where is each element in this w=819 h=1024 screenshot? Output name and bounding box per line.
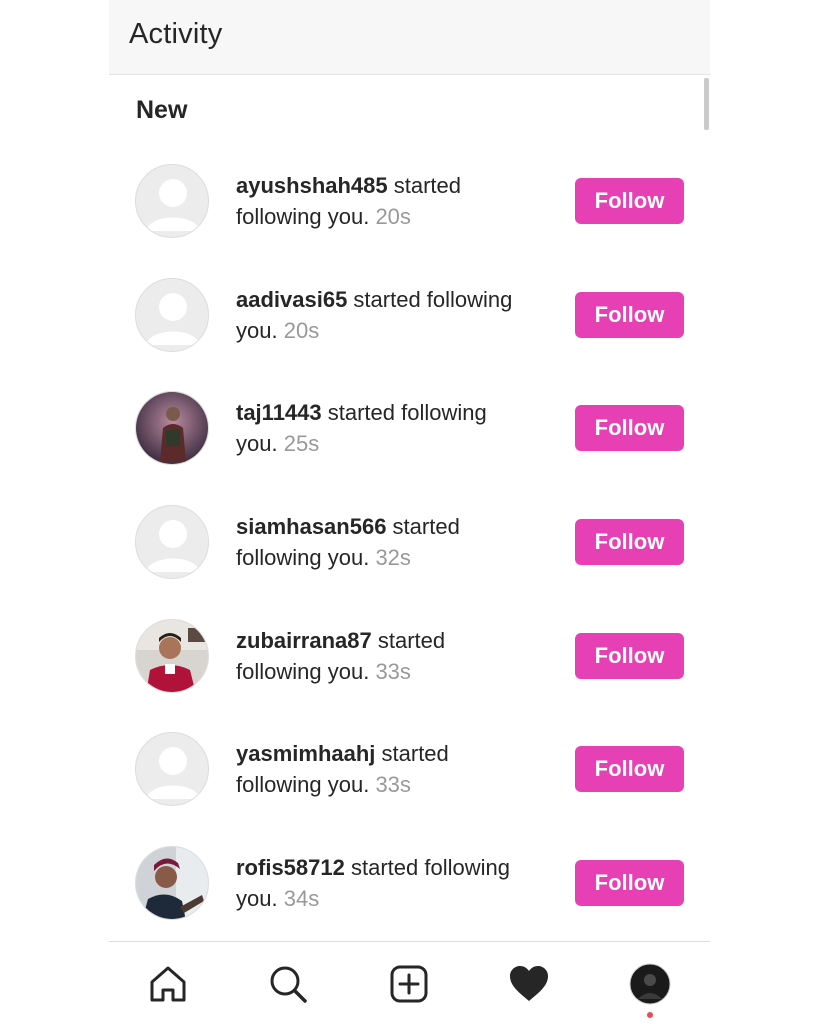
phone-screen: Activity New ayushshah485 started followi… xyxy=(109,0,710,1024)
activity-row[interactable]: zubairrana87 started following you. 33s F… xyxy=(109,618,710,733)
photo-avatar[interactable] xyxy=(135,618,209,693)
page-title: Activity xyxy=(129,18,223,50)
timestamp: 20s xyxy=(375,204,411,229)
username-link[interactable]: zubairrana87 xyxy=(236,628,372,653)
activity-text: yasmimhaahj started following you. 33s xyxy=(236,738,546,800)
activity-message: started following xyxy=(344,855,510,881)
timestamp: 33s xyxy=(375,772,411,798)
activity-row[interactable]: aadivasi65 started following you. 20s Fol… xyxy=(109,277,710,392)
activity-row[interactable]: siamhasan566 started following you. 32s F… xyxy=(109,505,710,619)
activity-text: taj11443 started following you. 25s xyxy=(236,397,546,459)
activity-message: started following xyxy=(347,286,513,312)
activity-text: aadivasi65 started following you. 20s xyxy=(236,284,546,346)
activity-message-continued: following you. xyxy=(236,545,370,571)
timestamp: 32s xyxy=(375,545,411,571)
add-post-icon[interactable] xyxy=(385,960,433,1008)
username-link[interactable]: taj11443 xyxy=(236,400,322,425)
activity-row[interactable]: ayushshah485 started following you. 20s F… xyxy=(109,164,710,278)
activity-message-continued: you. xyxy=(236,431,278,457)
username-link[interactable]: yasmimhaahj xyxy=(236,741,375,766)
activity-message: started xyxy=(386,514,460,540)
search-icon[interactable] xyxy=(264,960,312,1008)
activity-message: started xyxy=(387,173,462,198)
activity-message-continued: you. xyxy=(236,886,278,912)
activity-message: started following xyxy=(321,400,487,426)
timestamp: 34s xyxy=(283,886,320,912)
default-avatar-icon[interactable] xyxy=(135,277,209,352)
photo-avatar[interactable] xyxy=(135,846,209,921)
activity-text: ayushshah485 started following you. 20s xyxy=(236,170,546,232)
follow-button[interactable]: Follow xyxy=(575,632,684,679)
activity-message-continued: you. xyxy=(236,317,278,343)
follow-button[interactable]: Follow xyxy=(575,178,684,224)
activity-message-continued: following you. xyxy=(236,772,370,798)
notification-dot xyxy=(647,1012,653,1018)
section-title-new: New xyxy=(136,96,188,124)
timestamp: 25s xyxy=(283,431,320,457)
follow-button[interactable]: Follow xyxy=(575,746,684,793)
activity-message: started xyxy=(371,627,446,653)
timestamp: 20s xyxy=(283,317,320,343)
follow-button[interactable]: Follow xyxy=(575,291,684,338)
activity-list: ayushshah485 started following you. 20s F… xyxy=(109,164,710,960)
follow-button[interactable]: Follow xyxy=(575,519,684,566)
timestamp: 33s xyxy=(375,658,411,684)
profile-avatar[interactable] xyxy=(626,960,674,1008)
activity-message-continued: following you. xyxy=(236,658,370,684)
scrollbar[interactable] xyxy=(704,78,709,130)
follow-button[interactable]: Follow xyxy=(575,860,684,907)
username-link[interactable]: siamhasan566 xyxy=(236,514,386,539)
follow-button[interactable]: Follow xyxy=(575,405,684,452)
heart-icon[interactable] xyxy=(505,960,553,1008)
activity-text: rofis58712 started following you. 34s xyxy=(236,852,546,914)
username-link[interactable]: ayushshah485 xyxy=(236,173,388,198)
username-link[interactable]: rofis58712 xyxy=(236,855,345,880)
activity-message: started xyxy=(375,741,449,767)
activity-text: zubairrana87 started following you. 33s xyxy=(236,625,546,687)
bottom-nav-bar xyxy=(109,941,710,1024)
username-link[interactable]: aadivasi65 xyxy=(236,287,347,312)
activity-row[interactable]: yasmimhaahj started following you. 33s Fo… xyxy=(109,732,710,846)
photo-avatar[interactable] xyxy=(135,391,209,466)
default-avatar-icon[interactable] xyxy=(135,164,209,238)
activity-message-continued: following you. xyxy=(236,204,370,229)
default-avatar-icon[interactable] xyxy=(135,732,209,807)
default-avatar-icon[interactable] xyxy=(135,505,209,580)
activity-row[interactable]: taj11443 started following you. 25s Follo… xyxy=(109,391,710,505)
header-bar: Activity xyxy=(109,0,710,75)
home-icon[interactable] xyxy=(144,960,192,1008)
activity-text: siamhasan566 started following you. 32s xyxy=(236,511,546,573)
